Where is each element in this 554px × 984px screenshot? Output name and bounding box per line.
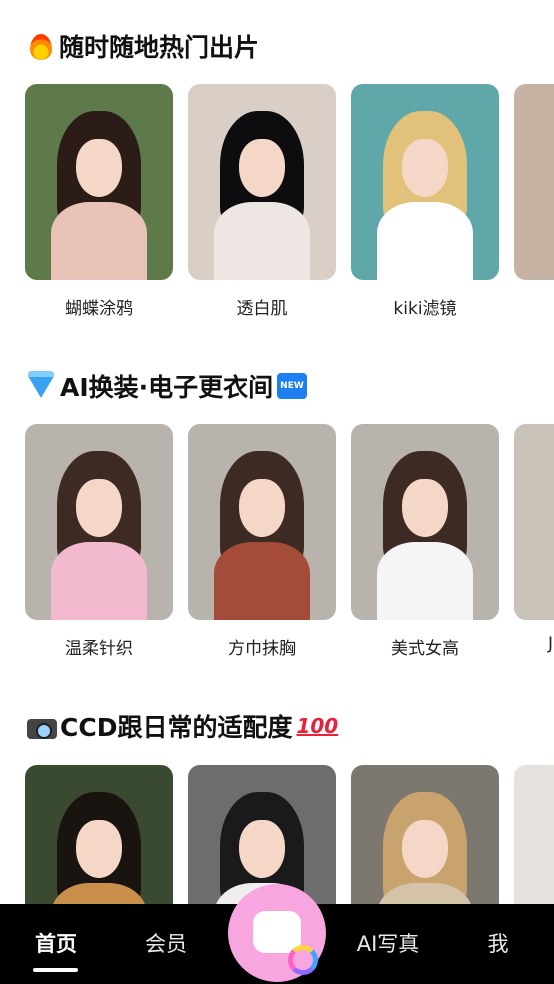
portrait-body xyxy=(51,542,147,620)
camera-lens-icon xyxy=(253,911,318,975)
portrait-face xyxy=(402,138,448,197)
section-title-text: AI换装·电子更衣间 xyxy=(60,373,274,402)
hundred-points-icon: 100 xyxy=(296,714,339,738)
portrait-body xyxy=(214,202,310,280)
section-title-text: 随时随地热门出片 xyxy=(59,33,260,62)
effect-card-1-0[interactable] xyxy=(25,424,173,620)
section-title-hot: 随时随地热门出片 xyxy=(26,26,259,66)
tab-active-indicator xyxy=(33,968,78,972)
tab-membership[interactable]: 会员 xyxy=(136,926,196,962)
fire-icon xyxy=(26,31,56,61)
portrait-body xyxy=(51,202,147,280)
section-title-outfit: AI换装·电子更衣间 NEW xyxy=(26,366,307,406)
tab-ai-portrait[interactable]: AI写真 xyxy=(346,926,430,962)
camera-icon xyxy=(26,711,58,741)
effect-card-1-2[interactable] xyxy=(351,424,499,620)
section-title-text: CCD跟日常的适配度 xyxy=(60,713,293,742)
portrait-face xyxy=(76,478,122,537)
card-label: 蝴蝶涂鸦 xyxy=(65,299,133,319)
effect-card-0-peek[interactable] xyxy=(514,84,554,280)
portrait-face xyxy=(402,819,448,878)
effect-card-0-2[interactable] xyxy=(351,84,499,280)
card-label: 方巾抹胸 xyxy=(228,639,296,659)
effect-card-1-1[interactable] xyxy=(188,424,336,620)
new-badge: NEW xyxy=(277,373,307,399)
card-label: kiki滤镜 xyxy=(393,299,457,319)
card-label-peek: J xyxy=(548,634,554,654)
camera-button[interactable] xyxy=(228,884,326,982)
portrait-face xyxy=(239,478,285,537)
gem-icon xyxy=(26,371,56,401)
portrait-face xyxy=(402,478,448,537)
effect-card-1-peek[interactable] xyxy=(514,424,554,620)
lens-ring xyxy=(288,945,318,975)
section-title-ccd: CCD跟日常的适配度 100 xyxy=(26,706,338,746)
portrait-body xyxy=(377,542,473,620)
effect-card-0-1[interactable] xyxy=(188,84,336,280)
tab-me[interactable]: 我 xyxy=(478,926,518,962)
effect-card-0-0[interactable] xyxy=(25,84,173,280)
portrait-body xyxy=(214,542,310,620)
portrait-face xyxy=(239,138,285,197)
card-label: 透白肌 xyxy=(236,299,288,319)
portrait-face xyxy=(76,819,122,878)
card-label: 温柔针织 xyxy=(65,639,133,659)
portrait-face xyxy=(239,819,285,878)
card-label: 美式女高 xyxy=(391,639,459,659)
portrait-face xyxy=(76,138,122,197)
tab-home[interactable]: 首页 xyxy=(26,926,86,962)
portrait-body xyxy=(377,202,473,280)
